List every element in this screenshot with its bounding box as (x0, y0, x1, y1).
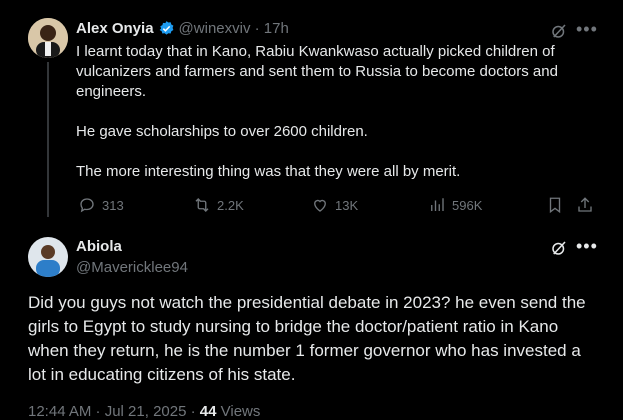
tweet1-paragraph: The more interesting thing was that they… (76, 163, 461, 180)
repost-icon (193, 196, 211, 214)
tweet2-meta: 12:44 AM · Jul 21, 2025 · 44 Views (28, 403, 260, 420)
share-icon[interactable] (576, 196, 594, 214)
grok-icon[interactable] (550, 239, 568, 257)
verified-badge-icon (158, 20, 175, 37)
tweet2-body: Did you guys not watch the presidential … (28, 293, 586, 384)
tweet1-paragraph: I learnt today that in Kano, Rabiu Kwank… (76, 43, 558, 100)
bookmark-icon[interactable] (546, 196, 564, 214)
repost-button[interactable]: 2.2K (193, 196, 244, 214)
tweet1-paragraph: He gave scholarships to over 2600 childr… (76, 123, 368, 140)
heart-icon (311, 196, 329, 214)
tweet1-header: Alex Onyia @winexviv · 17h (76, 20, 289, 37)
repost-count: 2.2K (217, 197, 244, 213)
tweet1-body: I learnt today that in Kano, Rabiu Kwank… (76, 42, 596, 182)
handle[interactable]: @Mavericklee94 (76, 259, 188, 276)
like-count: 13K (335, 197, 359, 213)
more-options-icon[interactable]: ••• (576, 237, 598, 255)
reply-button[interactable]: 313 (78, 196, 124, 214)
grok-icon[interactable] (550, 22, 568, 40)
reply-count: 313 (102, 197, 124, 213)
views-button[interactable]: 596K (428, 196, 482, 214)
avatar-abiola[interactable] (28, 237, 68, 277)
timestamp[interactable]: 12:44 AM · Jul 21, 2025 · (28, 403, 200, 420)
more-options-icon[interactable]: ••• (576, 20, 598, 38)
analytics-icon (428, 196, 446, 214)
like-button[interactable]: 13K (311, 196, 358, 214)
display-name[interactable]: Abiola (76, 238, 122, 255)
reply-icon (78, 196, 96, 214)
avatar-alex-onyia[interactable] (28, 18, 68, 58)
handle-time[interactable]: @winexviv · 17h (179, 20, 289, 37)
thread-line (47, 62, 49, 217)
display-name[interactable]: Alex Onyia (76, 20, 154, 37)
views-label: Views (216, 403, 261, 420)
views-count: 44 (199, 403, 217, 420)
views-count: 596K (452, 197, 483, 213)
